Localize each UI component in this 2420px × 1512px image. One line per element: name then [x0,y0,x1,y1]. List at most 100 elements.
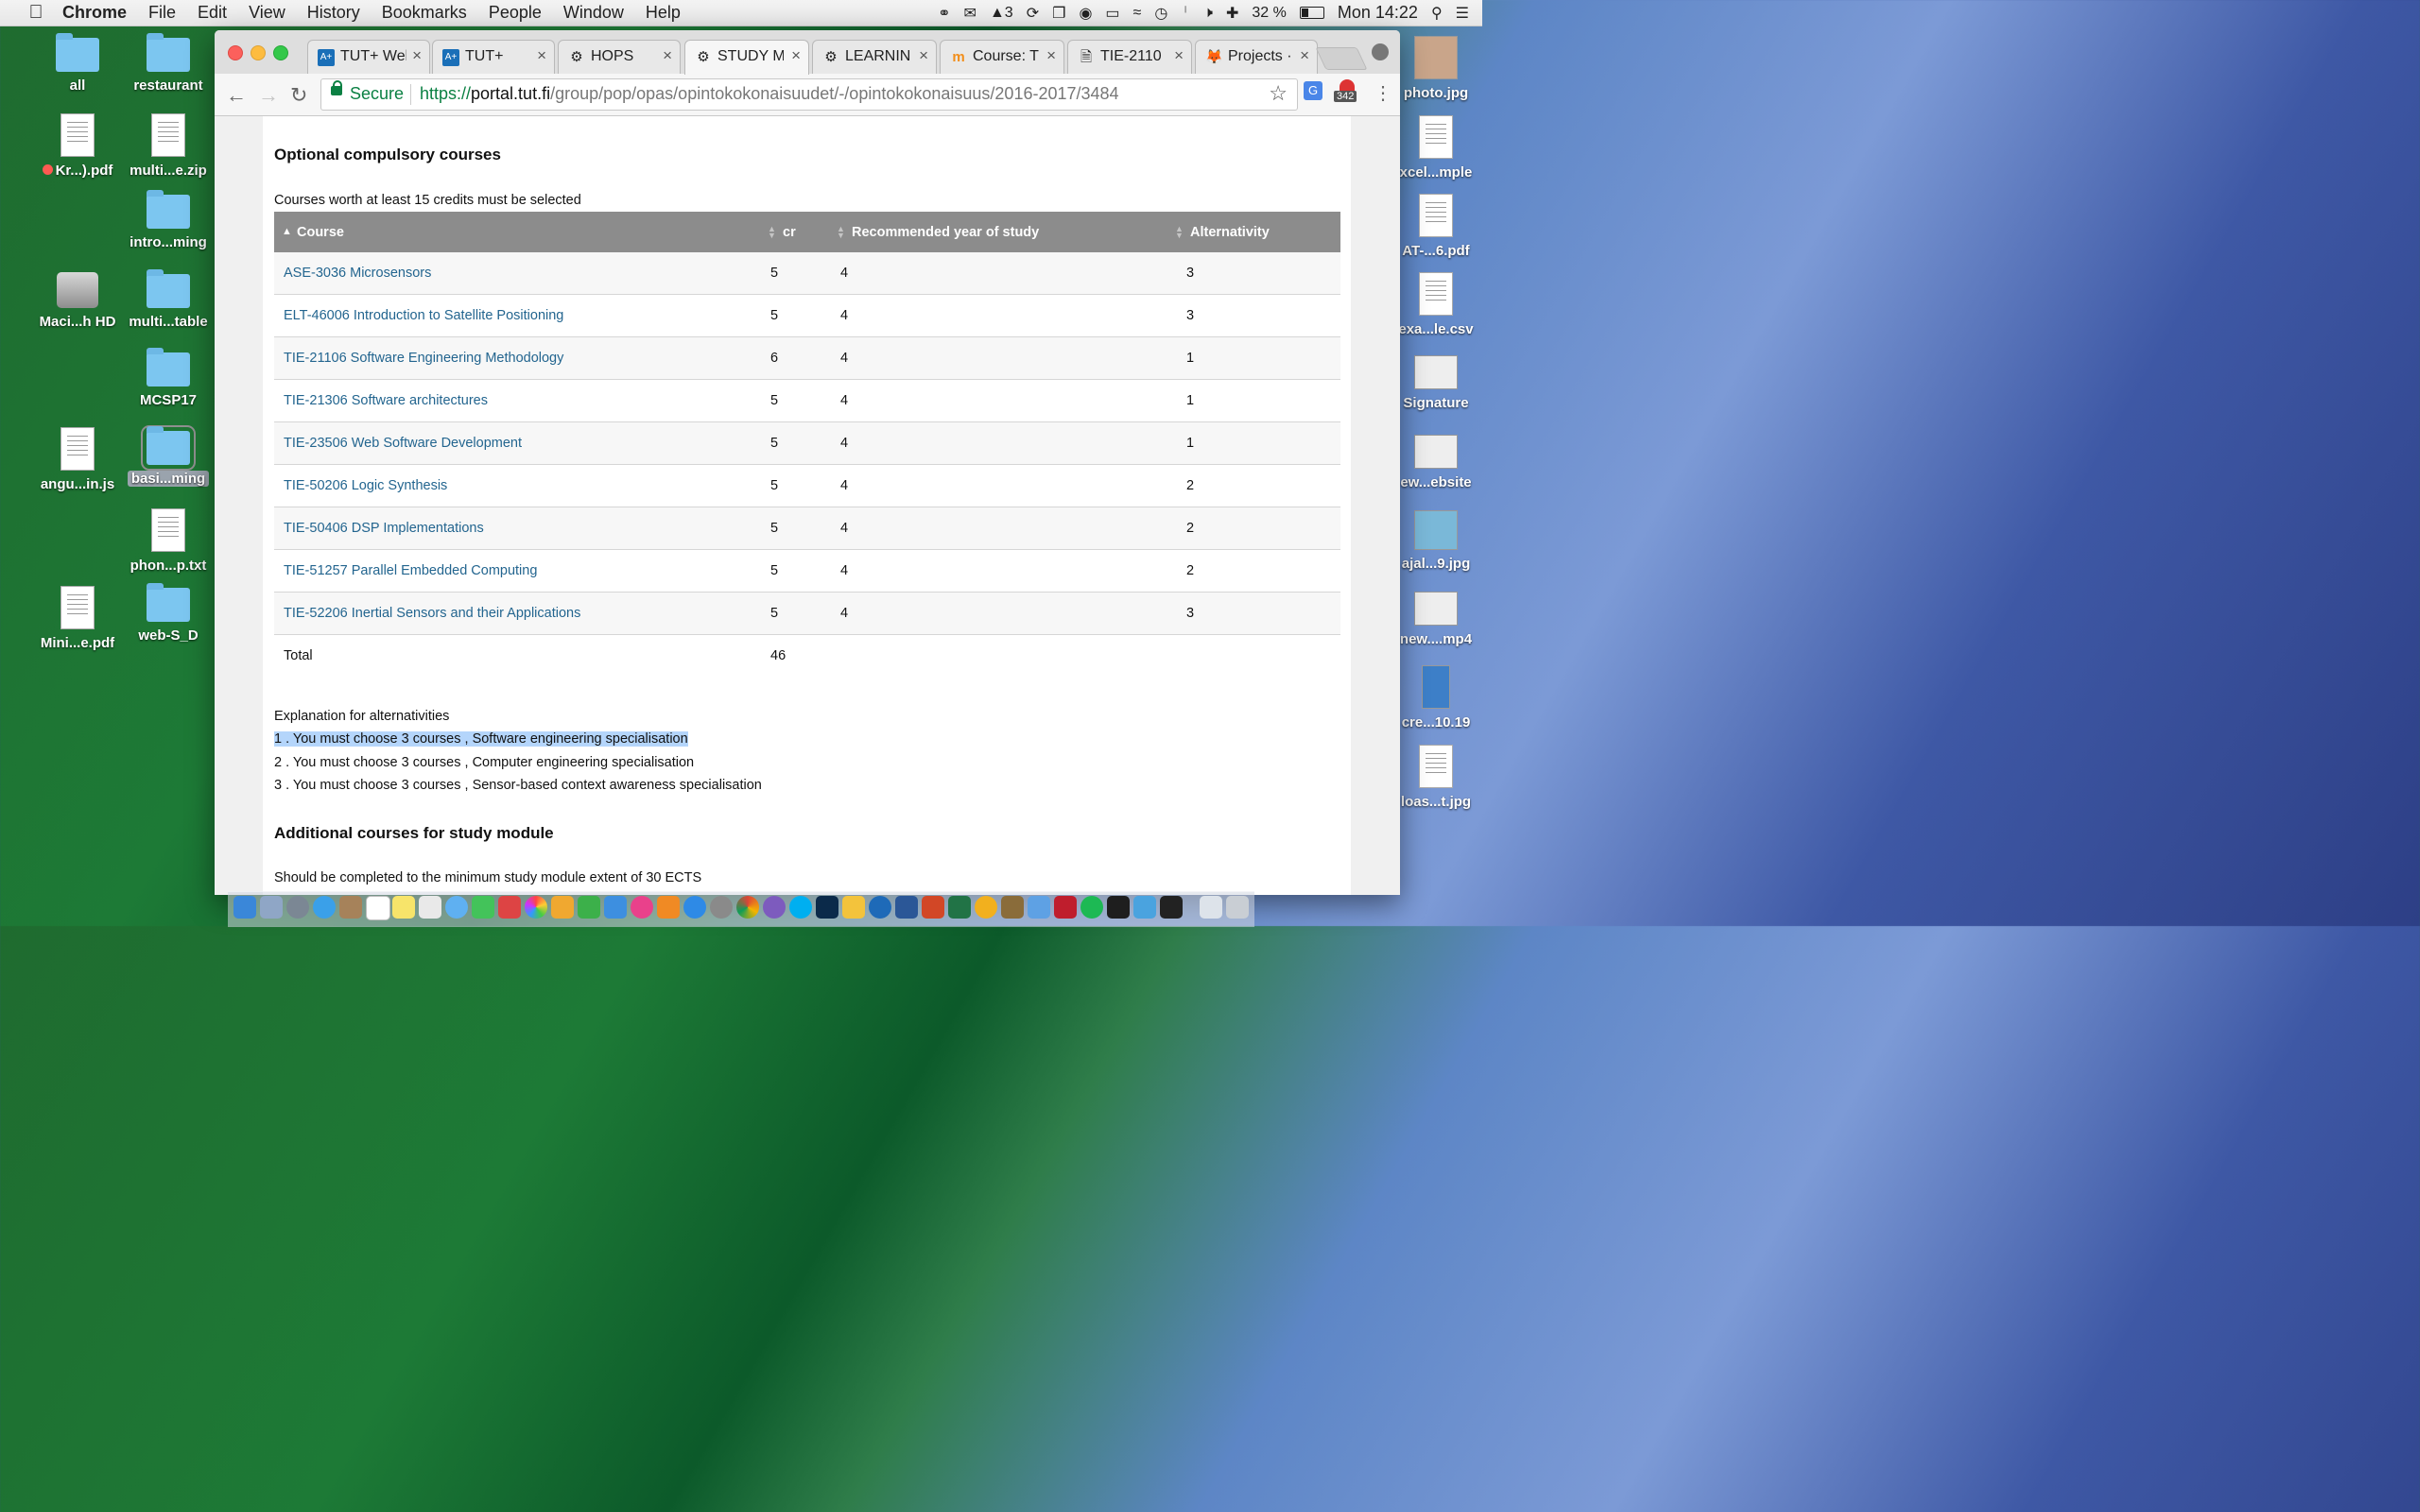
excel-icon[interactable] [948,896,971,919]
reminders-icon[interactable] [419,896,441,919]
course-link[interactable]: ELT-46006 Introduction to Satellite Posi… [284,308,563,323]
itunes-icon[interactable] [631,896,653,919]
tab-tie-2110[interactable]: 🗎 TIE-2110 × [1067,40,1192,74]
terminal-icon[interactable] [1160,896,1183,919]
desktop-icon-folder[interactable]: restaurant [123,33,214,94]
menu-bookmarks[interactable]: Bookmarks [382,3,467,23]
close-tab-icon[interactable]: × [1174,46,1184,65]
tab-tut-plus[interactable]: A+ TUT+ × [432,40,555,74]
desktop-icon-folder[interactable]: multi...table [123,269,214,330]
bluetooth-icon[interactable]: ᛌ [1181,5,1190,22]
course-link[interactable]: ASE-3036 Microsensors [284,266,431,281]
explanation-item-selected[interactable]: 1 . You must choose 3 courses , Software… [274,731,688,747]
desktop-icon-pdf[interactable]: Mini...e.pdf [32,586,123,651]
input-flag-icon[interactable]: ✚ [1226,4,1238,23]
eye-icon[interactable]: ◉ [1079,4,1092,23]
tab-hops[interactable]: ⚙ HOPS × [558,40,681,74]
airplay-icon[interactable]: ▭ [1105,4,1119,23]
xcode-icon[interactable] [1028,896,1050,919]
desktop-icon-hard-disk[interactable]: Maci...h HD [32,272,123,330]
extension-icon[interactable]: 342 [1334,79,1362,104]
cyberduck-icon[interactable] [1001,896,1024,919]
creative-cloud-icon[interactable]: ⚭ [938,4,950,23]
adobe-icon[interactable]: ▲3 [990,5,1013,22]
desktop-icon-js[interactable]: angu...in.js [32,427,123,492]
menu-window[interactable]: Window [563,3,624,23]
tab-learning[interactable]: ⚙ LEARNIN × [812,40,937,74]
desktop-icon-pdf[interactable]: AT-...6.pdf [1393,194,1478,259]
course-link[interactable]: TIE-21106 Software Engineering Methodolo… [284,351,563,366]
menu-app-name[interactable]: Chrome [62,3,127,23]
back-icon[interactable]: ← [226,83,247,108]
course-link[interactable]: TIE-50206 Logic Synthesis [284,478,447,493]
photoshop-icon[interactable] [816,896,838,919]
notes-icon[interactable] [392,896,415,919]
menu-file[interactable]: File [148,3,176,23]
page-viewport[interactable]: Optional compulsory courses Courses wort… [215,116,1400,895]
menu-help[interactable]: Help [646,3,681,23]
close-tab-icon[interactable]: × [1300,46,1309,65]
time-machine-icon[interactable]: ◷ [1154,4,1167,23]
bookmark-star-icon[interactable]: ☆ [1269,81,1288,106]
desktop-icon-photo[interactable]: ajal...9.jpg [1393,510,1478,572]
address-bar[interactable]: Secure https://portal.tut.fi/group/pop/o… [320,78,1298,111]
forward-icon[interactable]: → [258,83,279,108]
close-tab-icon[interactable]: × [663,46,672,65]
desktop-icon-folder[interactable]: web-S_D [123,583,214,644]
safari-icon[interactable] [313,896,336,919]
chrome-icon[interactable] [736,896,759,919]
close-window-button[interactable] [228,45,243,60]
close-tab-icon[interactable]: × [791,46,801,65]
photos-icon[interactable] [525,896,547,919]
course-link[interactable]: TIE-21306 Software architectures [284,393,488,408]
tab-projects[interactable]: 🦊 Projects · × [1195,40,1318,74]
column-header-year[interactable]: ▲ ▼ Recommended year of study [837,212,1175,252]
ibooks-icon[interactable] [657,896,680,919]
tab-study-module[interactable]: ⚙ STUDY M × [684,40,809,75]
close-tab-icon[interactable]: × [412,46,422,65]
desktop-icon-signature[interactable]: Signature [1393,355,1478,411]
secure-label[interactable]: Secure [350,84,404,104]
spotlight-icon[interactable]: ⚲ [1431,4,1443,23]
course-link[interactable]: TIE-23506 Web Software Development [284,436,522,451]
trash-icon[interactable] [1226,896,1249,919]
mail-icon[interactable]: ✉ [964,4,977,23]
column-header-course[interactable]: ▲ Course [274,212,768,252]
wifi-icon[interactable]: ≈ [1133,5,1142,22]
course-link[interactable]: TIE-51257 Parallel Embedded Computing [284,563,537,578]
new-tab-button[interactable] [1315,47,1368,70]
course-link[interactable]: TIE-52206 Inertial Sensors and their App… [284,606,580,621]
clipboard-icon[interactable]: ❐ [1052,4,1065,23]
clock[interactable]: Mon 14:22 [1338,3,1418,23]
menu-people[interactable]: People [489,3,542,23]
star-app-icon[interactable] [842,896,865,919]
desktop-icon-photo[interactable]: loas...t.jpg [1393,745,1478,810]
desktop-icon-screenshot[interactable]: ew...ebsite [1393,435,1478,490]
pycharm-icon[interactable] [1107,896,1130,919]
desktop-icon-txt[interactable]: phon...p.txt [123,508,214,574]
facetime-icon[interactable] [472,896,494,919]
virtualbox-icon[interactable] [1133,896,1156,919]
desktop-icon-video[interactable]: new....mp4 [1393,592,1478,647]
finder-icon[interactable] [233,896,256,919]
system-preferences-icon[interactable] [710,896,733,919]
word-icon[interactable] [895,896,918,919]
numbers-icon[interactable] [578,896,600,919]
column-header-cr[interactable]: ▲ ▼ cr [768,212,837,252]
launchpad-icon[interactable] [286,896,309,919]
profile-icon[interactable] [1372,43,1389,60]
desktop-icon-zip[interactable]: multi...e.zip [123,113,214,179]
close-tab-icon[interactable]: × [919,46,928,65]
close-tab-icon[interactable]: × [537,46,546,65]
filezilla-icon[interactable] [1054,896,1077,919]
volume-icon[interactable]: 🕨 [1203,5,1213,22]
apple-icon[interactable]:  [25,2,47,24]
desktop-icon-folder-selected[interactable]: basi...ming [123,425,214,487]
desktop-icon-folder[interactable]: intro...ming [123,190,214,250]
viber-icon[interactable] [763,896,786,919]
menu-view[interactable]: View [249,3,285,23]
calendar-icon[interactable] [366,896,390,920]
desktop-icon-photo[interactable]: photo.jpg [1393,36,1478,101]
skype-icon[interactable] [789,896,812,919]
desktop-icon-csv[interactable]: exa...le.csv [1393,272,1478,337]
